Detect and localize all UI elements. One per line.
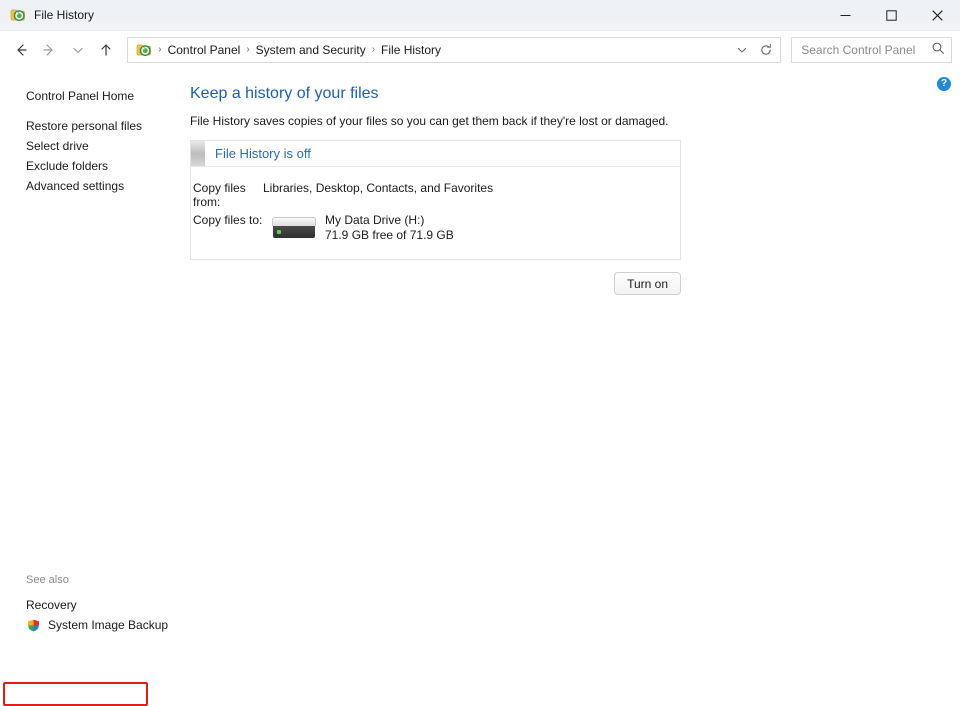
panel-accent-bar bbox=[191, 141, 205, 166]
sidebar-item-restore-personal-files[interactable]: Restore personal files bbox=[26, 116, 142, 136]
breadcrumb-separator: › bbox=[370, 44, 377, 55]
address-bar-row: › Control Panel › System and Security › … bbox=[0, 31, 960, 68]
back-button[interactable] bbox=[8, 36, 34, 64]
minimize-button[interactable] bbox=[822, 0, 868, 31]
breadcrumb-separator: › bbox=[156, 44, 163, 55]
turn-on-button[interactable]: Turn on bbox=[614, 272, 681, 295]
copy-files-to-row: Copy files to: My Data Drive (H:) 71.9 G… bbox=[191, 213, 680, 243]
copy-files-from-label: Copy files from: bbox=[191, 181, 263, 209]
sidebar-item-exclude-folders[interactable]: Exclude folders bbox=[26, 156, 108, 176]
refresh-icon[interactable] bbox=[754, 38, 778, 62]
external-drive-icon bbox=[263, 217, 325, 239]
see-also-item-system-image-backup[interactable]: System Image Backup bbox=[26, 615, 216, 635]
breadcrumb-item-file-history[interactable]: File History bbox=[377, 41, 445, 59]
highlight-box bbox=[3, 682, 148, 706]
left-navigation-pane: Control Panel Home Restore personal file… bbox=[0, 68, 190, 651]
main-pane: Keep a history of your files File Histor… bbox=[190, 68, 960, 651]
see-also-section: See also Recovery System Image Backup bbox=[26, 574, 216, 635]
title-bar-left: File History bbox=[0, 7, 94, 23]
panel-body: Copy files from: Libraries, Desktop, Con… bbox=[191, 167, 680, 259]
copy-files-from-value: Libraries, Desktop, Contacts, and Favori… bbox=[263, 181, 493, 209]
page-title: Keep a history of your files bbox=[190, 84, 960, 104]
drive-name: My Data Drive (H:) bbox=[325, 213, 454, 228]
file-history-status-panel: File History is off Copy files from: Lib… bbox=[190, 140, 681, 260]
content-area: ? Control Panel Home Restore personal fi… bbox=[0, 68, 960, 651]
sidebar-item-select-drive[interactable]: Select drive bbox=[26, 136, 89, 156]
breadcrumb-file-history-icon bbox=[136, 42, 152, 58]
search-input[interactable]: Search Control Panel bbox=[801, 43, 931, 57]
copy-files-from-row: Copy files from: Libraries, Desktop, Con… bbox=[191, 181, 680, 209]
drive-info: My Data Drive (H:) 71.9 GB free of 71.9 … bbox=[325, 213, 454, 243]
title-bar: File History bbox=[0, 0, 960, 31]
breadcrumb-separator: › bbox=[244, 44, 251, 55]
window-title: File History bbox=[34, 8, 94, 22]
panel-header: File History is off bbox=[191, 141, 680, 167]
see-also-item-label: System Image Backup bbox=[48, 615, 168, 635]
recent-locations-button[interactable] bbox=[65, 36, 91, 64]
chevron-down-icon[interactable] bbox=[730, 38, 754, 62]
sidebar-item-control-panel-home[interactable]: Control Panel Home bbox=[26, 86, 134, 106]
forward-button[interactable] bbox=[36, 36, 62, 64]
shield-icon bbox=[26, 618, 41, 633]
breadcrumb-item-system-and-security[interactable]: System and Security bbox=[252, 41, 370, 59]
page-description: File History saves copies of your files … bbox=[190, 114, 960, 128]
sidebar-item-advanced-settings[interactable]: Advanced settings bbox=[26, 176, 124, 196]
breadcrumb-item-control-panel[interactable]: Control Panel bbox=[164, 41, 245, 59]
search-box[interactable]: Search Control Panel bbox=[791, 37, 952, 63]
drive-capacity: 71.9 GB free of 71.9 GB bbox=[325, 228, 454, 243]
window-controls bbox=[822, 0, 960, 31]
address-bar[interactable]: › Control Panel › System and Security › … bbox=[127, 37, 781, 63]
button-row: Turn on bbox=[190, 272, 681, 295]
maximize-button[interactable] bbox=[868, 0, 914, 31]
status-badge: File History is off bbox=[205, 141, 311, 166]
file-history-icon bbox=[10, 7, 26, 23]
see-also-item-recovery[interactable]: Recovery bbox=[26, 595, 77, 615]
copy-files-to-label: Copy files to: bbox=[191, 213, 263, 227]
close-button[interactable] bbox=[914, 0, 960, 31]
nav-spacer bbox=[26, 106, 190, 116]
search-icon bbox=[931, 41, 945, 58]
see-also-title: See also bbox=[26, 574, 216, 586]
up-button[interactable] bbox=[93, 36, 119, 64]
